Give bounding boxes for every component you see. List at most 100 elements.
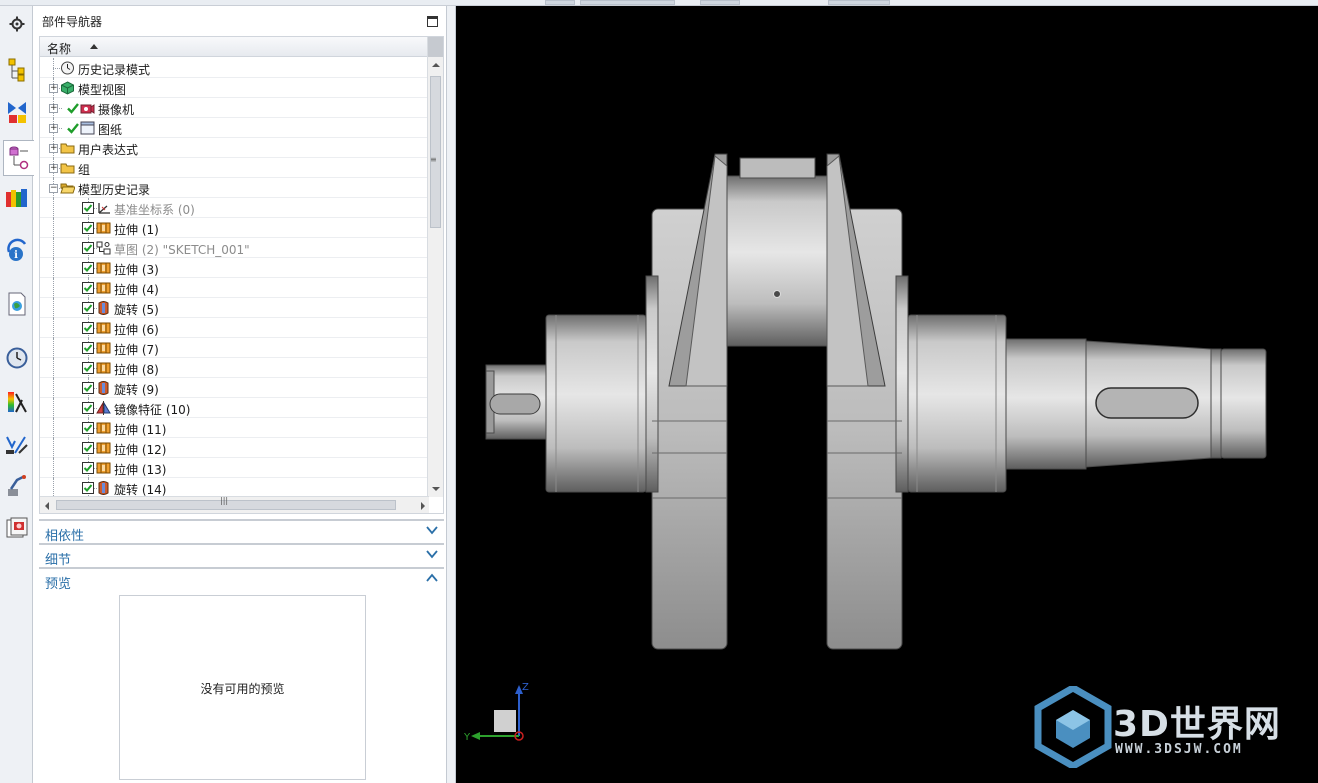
roles-icon[interactable]: [3, 514, 31, 542]
crankshaft-model[interactable]: [456, 6, 1318, 783]
feature-checkbox[interactable]: [82, 302, 94, 314]
watermark-url: WWW.3DSJW.COM: [1115, 742, 1243, 757]
scroll-up-icon[interactable]: [432, 63, 440, 67]
tree-row-label: 镜像特征 (10): [114, 403, 191, 417]
assembly-navigator-icon[interactable]: [3, 56, 31, 84]
feature-checkbox[interactable]: [82, 222, 94, 234]
chevron-down-icon[interactable]: [426, 548, 438, 560]
tree-row[interactable]: 旋转 (5): [40, 298, 429, 318]
column-header-name[interactable]: 名称: [47, 40, 71, 57]
section-title: 细节: [45, 553, 72, 568]
tree-connector: [53, 378, 54, 398]
graphics-viewport[interactable]: Z Y 3D世界网 WWW.3DSJW.COM: [456, 6, 1318, 783]
tree-row[interactable]: 拉伸 (13): [40, 458, 429, 478]
tree-connector: [53, 398, 54, 418]
tree-row[interactable]: 历史记录模式: [40, 58, 429, 78]
tree-header[interactable]: 名称: [40, 37, 429, 57]
feature-checkbox[interactable]: [82, 442, 94, 454]
part-navigator-icon[interactable]: [3, 140, 34, 176]
section-title: 相依性: [45, 529, 85, 544]
tree-row[interactable]: 拉伸 (12): [40, 438, 429, 458]
system-materials-icon[interactable]: [3, 388, 31, 416]
feature-checkbox[interactable]: [82, 462, 94, 474]
section-dependencies[interactable]: 相依性: [39, 519, 444, 544]
watermark-brand: 3D世界网: [1113, 704, 1281, 745]
tree-row[interactable]: 拉伸 (6): [40, 318, 429, 338]
tree-row[interactable]: 旋转 (9): [40, 378, 429, 398]
expand-icon[interactable]: +: [49, 124, 58, 133]
feature-checkbox[interactable]: [82, 242, 94, 254]
feature-checkbox[interactable]: [82, 202, 94, 214]
toolbar-button[interactable]: [828, 0, 890, 5]
expand-icon[interactable]: +: [49, 144, 58, 153]
feature-checkbox[interactable]: [82, 282, 94, 294]
scroll-right-icon[interactable]: [421, 502, 425, 510]
tree-row[interactable]: − 模型历史记录: [40, 178, 429, 198]
panel-splitter[interactable]: [447, 6, 456, 783]
tree-row-label: 模型历史记录: [78, 183, 151, 197]
scroll-left-icon[interactable]: [45, 502, 49, 510]
tree-row[interactable]: 草图 (2) "SKETCH_001": [40, 238, 429, 258]
tree-row[interactable]: 拉伸 (4): [40, 278, 429, 298]
chevron-up-icon[interactable]: [426, 572, 438, 584]
tree-row[interactable]: 镜像特征 (10): [40, 398, 429, 418]
tree-row[interactable]: + 图纸: [40, 118, 429, 138]
tree-row[interactable]: + 摄像机: [40, 98, 429, 118]
tree-row-label: 历史记录模式: [78, 63, 151, 77]
tree-row[interactable]: 拉伸 (3): [40, 258, 429, 278]
feature-checkbox[interactable]: [82, 402, 94, 414]
scroll-down-icon[interactable]: [432, 487, 440, 491]
tree-connector: [53, 358, 54, 378]
feature-checkbox[interactable]: [82, 342, 94, 354]
constraint-navigator-icon[interactable]: [3, 98, 31, 126]
section-preview[interactable]: 预览: [39, 567, 444, 592]
collapse-icon[interactable]: −: [49, 184, 58, 193]
toolbar-button[interactable]: [545, 0, 575, 5]
coordinate-triad: Z Y: [464, 682, 529, 743]
tree-row[interactable]: + 用户表达式: [40, 138, 429, 158]
chevron-down-icon[interactable]: [426, 524, 438, 536]
expand-icon[interactable]: +: [49, 104, 58, 113]
vertical-scrollbar[interactable]: ≡: [427, 37, 443, 497]
feature-checkbox[interactable]: [82, 362, 94, 374]
expand-icon[interactable]: +: [49, 164, 58, 173]
tree-row[interactable]: 旋转 (14): [40, 478, 429, 498]
tree-connector: [53, 238, 54, 258]
tree-row[interactable]: 拉伸 (11): [40, 418, 429, 438]
feature-checkbox[interactable]: [82, 262, 94, 274]
tree-row-label: 拉伸 (3): [114, 263, 159, 277]
tree-row-label: 模型视图: [78, 83, 127, 97]
tree-row[interactable]: 拉伸 (8): [40, 358, 429, 378]
checkmark-icon[interactable]: [67, 102, 79, 114]
manufacturing-wizard-icon[interactable]: [3, 472, 31, 500]
tree-row-label: 拉伸 (12): [114, 443, 167, 457]
feature-checkbox[interactable]: [82, 422, 94, 434]
feature-checkbox[interactable]: [82, 382, 94, 394]
tree-row[interactable]: 基准坐标系 (0): [40, 198, 429, 218]
toolbar-button[interactable]: [700, 0, 740, 5]
checkmark-icon[interactable]: [67, 122, 79, 134]
feature-checkbox[interactable]: [82, 322, 94, 334]
horizontal-scrollbar[interactable]: |||: [40, 496, 429, 513]
scroll-corner: [428, 37, 443, 57]
scroll-thumb[interactable]: [430, 76, 441, 228]
tree-row[interactable]: + 模型视图: [40, 78, 429, 98]
maximize-icon[interactable]: [427, 16, 438, 27]
settings-gear-icon[interactable]: [3, 10, 31, 38]
process-studio-icon[interactable]: [3, 430, 31, 458]
tree-row-label: 用户表达式: [78, 143, 139, 157]
tree-row[interactable]: 拉伸 (7): [40, 338, 429, 358]
expand-icon[interactable]: +: [49, 84, 58, 93]
hd3d-tools-icon[interactable]: i: [3, 236, 31, 264]
tree-row-label: 拉伸 (1): [114, 223, 159, 237]
tree-row[interactable]: + 组: [40, 158, 429, 178]
preview-area: 没有可用的预览: [119, 595, 366, 780]
web-browser-icon[interactable]: [3, 290, 31, 318]
section-details[interactable]: 细节: [39, 543, 444, 568]
reuse-library-icon[interactable]: [3, 184, 31, 212]
tree-row-label: 组: [78, 163, 91, 177]
feature-checkbox[interactable]: [82, 482, 94, 494]
history-icon[interactable]: [3, 344, 31, 372]
tree-row[interactable]: 拉伸 (1): [40, 218, 429, 238]
toolbar-button[interactable]: [580, 0, 675, 5]
